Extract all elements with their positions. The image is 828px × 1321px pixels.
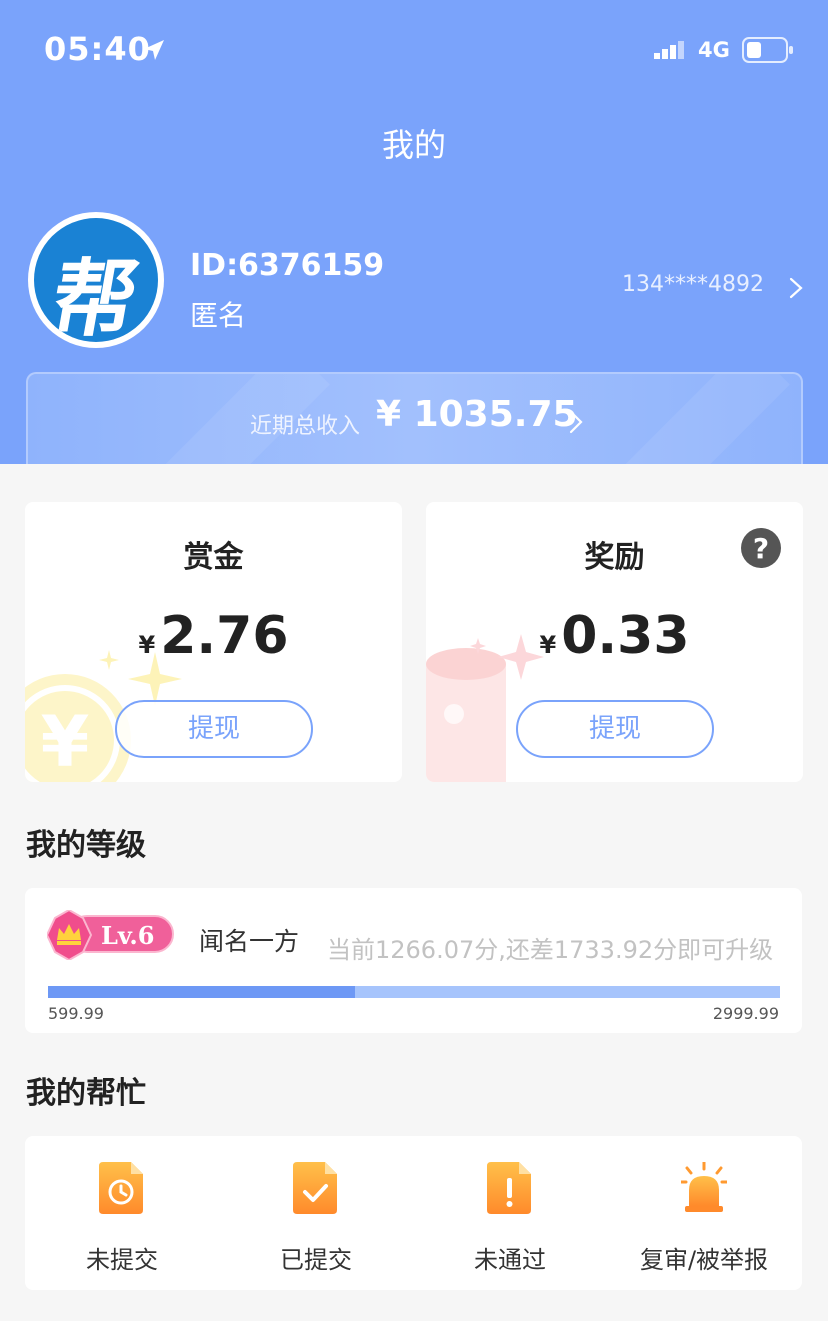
reward-withdraw-button[interactable]: 提现 <box>516 700 714 758</box>
help-item-label: 已提交 <box>280 1246 352 1274</box>
help-item-label: 复审/被举报 <box>639 1246 769 1274</box>
header: 05:40 4G 我的 帮 ID:6376159 匿名 134****4892 <box>0 0 828 464</box>
exclamation-document-icon <box>487 1162 531 1214</box>
avatar-logo-char: 帮 <box>44 249 146 342</box>
reward-card: 奖励 ? ¥ 0.33 提现 <box>426 502 803 782</box>
help-item-rejected[interactable]: 未通过 <box>413 1136 607 1290</box>
bounty-amount: ¥ 2.76 <box>25 606 402 666</box>
reward-amount: ¥ 0.33 <box>426 606 803 666</box>
user-name: 匿名 <box>190 299 247 332</box>
signal-icon <box>654 41 684 59</box>
level-range-min: 599.99 <box>48 1004 104 1023</box>
my-help-card: 未提交 已提交 未通过 复审/被举报 <box>25 1136 802 1290</box>
help-section-title: 我的帮忙 <box>26 1076 146 1111</box>
status-time: 05:40 <box>44 30 151 68</box>
network-type: 4G <box>698 38 730 62</box>
svg-text:¥: ¥ <box>41 701 90 782</box>
level-section-title: 我的等级 <box>26 828 146 863</box>
level-progress-fill <box>48 986 356 998</box>
avatar-logo: 帮 <box>34 218 158 342</box>
svg-text:?: ? <box>753 532 769 565</box>
location-arrow-icon <box>144 40 164 60</box>
battery-icon <box>742 37 793 63</box>
banner-decoration <box>606 374 790 464</box>
avatar[interactable]: 帮 <box>28 212 164 348</box>
level-range-max: 2999.99 <box>712 1004 779 1023</box>
clock-document-icon <box>99 1162 143 1214</box>
help-item-label: 未通过 <box>474 1246 546 1274</box>
phone-number[interactable]: 134****4892 <box>622 272 764 297</box>
level-name: 闻名一方 <box>199 927 300 956</box>
check-document-icon <box>293 1162 337 1214</box>
user-id: ID:6376159 <box>190 248 385 283</box>
bounty-currency: ¥ <box>138 631 156 659</box>
total-income-value: ¥ 1035.75 <box>376 394 578 435</box>
help-item-label: 未提交 <box>86 1246 158 1274</box>
level-card[interactable]: Lv.6 闻名一方 当前1266.07分,还差1733.92分即可升级 599.… <box>25 888 802 1033</box>
help-item-submitted[interactable]: 已提交 <box>219 1136 413 1290</box>
reward-value: 0.33 <box>561 606 690 666</box>
bounty-title: 赏金 <box>183 540 244 575</box>
help-item-not-submitted[interactable]: 未提交 <box>25 1136 219 1290</box>
chevron-right-icon[interactable] <box>786 276 806 300</box>
level-progress-text: 当前1266.07分,还差1733.92分即可升级 <box>327 936 774 964</box>
page-title: 我的 <box>381 126 446 164</box>
question-circle-icon[interactable]: ? <box>740 527 782 569</box>
chevron-right-icon <box>569 410 583 434</box>
help-item-review-reported[interactable]: 复审/被举报 <box>607 1136 801 1290</box>
reward-currency: ¥ <box>539 631 557 659</box>
bounty-value: 2.76 <box>160 606 289 666</box>
total-income-label: 近期总收入 <box>250 414 361 439</box>
level-progress-bar <box>48 986 780 998</box>
alarm-siren-icon <box>681 1162 727 1212</box>
status-bar: 05:40 4G <box>0 0 828 100</box>
bounty-withdraw-button[interactable]: 提现 <box>115 700 313 758</box>
total-income-banner[interactable]: 近期总收入 ¥ 1035.75 <box>26 372 803 464</box>
bounty-card: ¥ 赏金 ¥ 2.76 提现 <box>25 502 402 782</box>
level-badge-text: Lv.6 <box>101 921 155 950</box>
